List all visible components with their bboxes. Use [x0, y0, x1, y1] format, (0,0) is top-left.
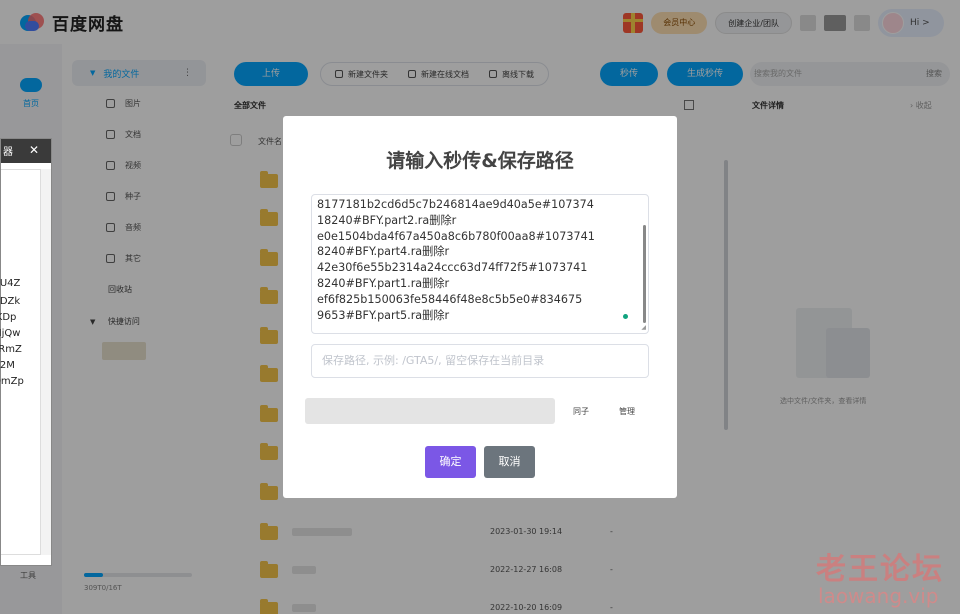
text-line: ZDZk [0, 296, 21, 307]
text-line: VU4Z [0, 278, 21, 289]
textarea-line: 8240#BFY.part1.ra删除r [317, 276, 450, 290]
textarea-line: 9653#BFY.part5.ra删除r [317, 308, 450, 322]
textarea-scrollbar[interactable] [643, 225, 646, 323]
side-window[interactable]: 器 ✕ VU4Z ZDZk iKDp MjQw zRmZ A2M OmZp [0, 138, 52, 566]
grammar-dot-icon [623, 314, 628, 319]
side-window-title: 器 [3, 147, 13, 158]
option-label[interactable]: 同子 [573, 406, 589, 417]
save-path-input[interactable]: 保存路径, 示例: /GTA5/, 留空保存在当前目录 [311, 344, 649, 378]
watermark-url: laowang.vip [818, 584, 939, 608]
text-line: A2M [0, 360, 15, 371]
text-line: MjQw [0, 328, 21, 339]
confirm-button[interactable]: 确定 [425, 446, 476, 478]
side-window-scrollbar[interactable] [41, 169, 51, 555]
close-icon[interactable]: ✕ [29, 143, 39, 157]
miaochuan-dialog: 请输入秒传&保存路径 8177181b2cd6d5c7b246814ae9d40… [283, 116, 677, 498]
miaochuan-links-textarea[interactable]: 8177181b2cd6d5c7b246814ae9d40a5e#107374 … [311, 194, 649, 334]
manage-link[interactable]: 管理 [619, 406, 635, 417]
side-window-content[interactable]: VU4Z ZDZk iKDp MjQw zRmZ A2M OmZp [0, 169, 41, 555]
text-line: iKDp [0, 312, 17, 323]
watermark-title: 老王论坛 [816, 552, 944, 587]
text-line: zRmZ [0, 344, 22, 355]
textarea-line: 8177181b2cd6d5c7b246814ae9d40a5e#107374 [317, 198, 594, 211]
textarea-line: 8240#BFY.part4.ra删除r [317, 245, 450, 259]
dialog-title: 请输入秒传&保存路径 [386, 150, 574, 172]
textarea-line: 42e30f6e55b2314a24ccc63d74ff72f5#1073741 [317, 261, 588, 275]
textarea-line: e0e1504bda4f67a450a8c6b780f00aa8#1073741 [317, 229, 595, 243]
resize-grip-icon[interactable]: ◢ [641, 324, 646, 331]
textarea-line: 18240#BFY.part2.ra删除r [317, 213, 457, 227]
blurred-option-row[interactable] [305, 398, 555, 424]
cancel-button[interactable]: 取消 [484, 446, 535, 478]
side-window-titlebar[interactable]: 器 ✕ [1, 139, 51, 163]
text-line: OmZp [0, 376, 24, 387]
textarea-line: ef6f825b150063fe58446f48e8c5b5e0#834675 [317, 292, 583, 306]
